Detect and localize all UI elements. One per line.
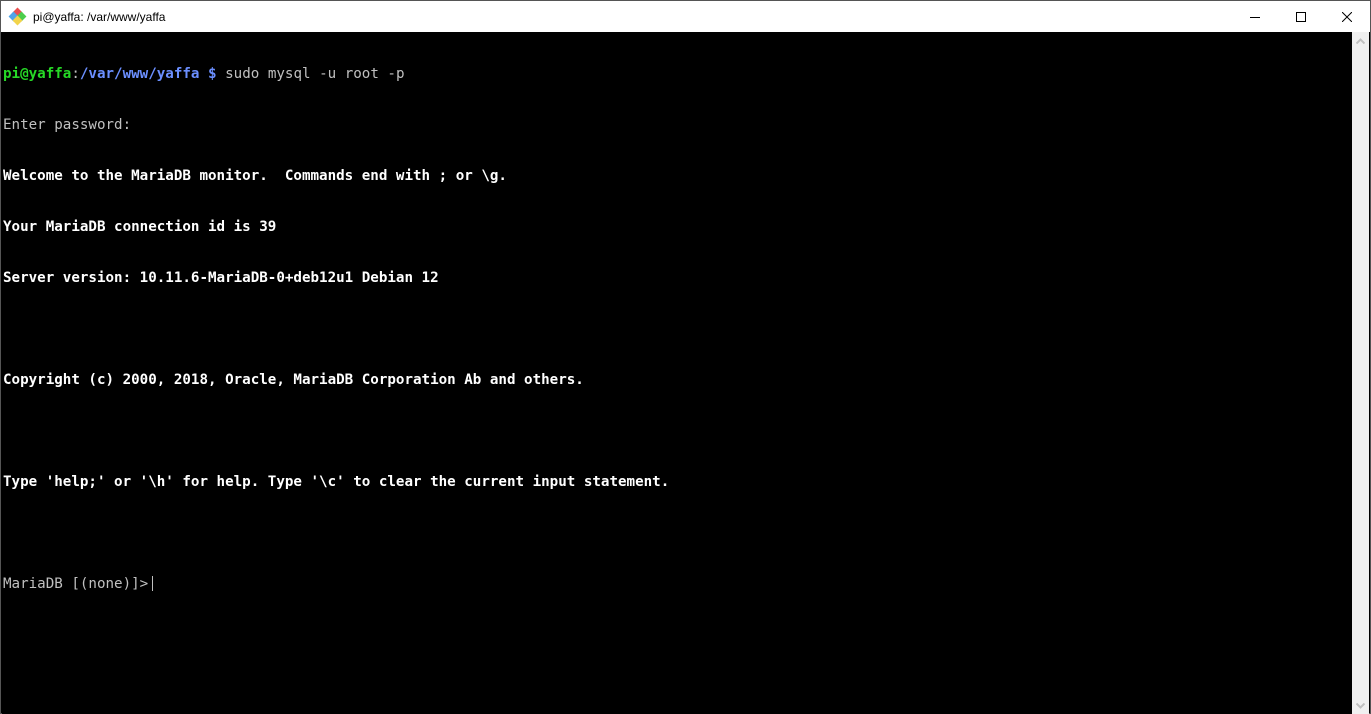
prompt-separator: : [71,66,80,82]
maximize-icon [1296,11,1306,22]
chevron-up-icon [1356,37,1365,44]
shell-prompt-line: pi@yaffa:/var/www/yaffa $ sudo mysql -u … [3,66,1352,83]
command-text: sudo mysql -u root -p [216,66,405,82]
text-cursor [152,576,154,591]
window-controls [1232,1,1370,32]
close-icon [1342,11,1352,22]
chevron-down-icon [1356,702,1365,709]
git-bash-icon [8,7,27,25]
output-line: Server version: 10.11.6-MariaDB-0+deb12u… [3,270,439,286]
prompt-user: pi@yaffa [3,66,72,82]
maximize-button[interactable] [1278,1,1324,32]
output-line: Type 'help;' or '\h' for help. Type '\c'… [3,474,670,490]
close-button[interactable] [1324,1,1370,32]
window-title: pi@yaffa: /var/www/yaffa [33,9,166,24]
minimize-icon [1250,16,1260,18]
terminal-window: pi@yaffa: /var/www/yaffa pi@yaffa:/var/w… [0,0,1371,714]
output-line: Your MariaDB connection id is 39 [3,219,277,235]
output-line: Enter password: [3,117,132,133]
mysql-prompt-line[interactable]: MariaDB [(none)]> [3,576,1352,593]
output-line: Welcome to the MariaDB monitor. Commands… [3,168,507,184]
title-bar[interactable]: pi@yaffa: /var/www/yaffa [1,1,1370,32]
prompt-path: /var/www/yaffa [79,66,200,82]
prompt-symbol: $ [199,66,217,82]
terminal-output[interactable]: pi@yaffa:/var/www/yaffa $ sudo mysql -u … [2,32,1352,714]
minimize-button[interactable] [1232,1,1278,32]
mysql-prompt: MariaDB [(none)]> [3,576,149,592]
scroll-up-button[interactable] [1352,32,1369,49]
scroll-down-button[interactable] [1352,697,1369,714]
vertical-scrollbar[interactable] [1352,32,1369,714]
output-line: Copyright (c) 2000, 2018, Oracle, MariaD… [3,372,584,388]
